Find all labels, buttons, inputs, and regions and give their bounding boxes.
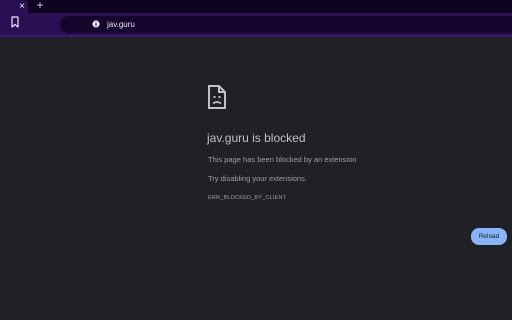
close-tab-icon[interactable]: × [17, 0, 27, 13]
active-tab[interactable]: × [0, 0, 28, 13]
address-bar[interactable]: jav.guru [60, 16, 512, 33]
url-text[interactable]: jav.guru [107, 18, 135, 31]
browser-toolbar: jav.guru [0, 13, 512, 37]
error-code: ERR_BLOCKED_BY_CLIENT [208, 195, 287, 201]
new-tab-button[interactable]: + [35, 0, 45, 12]
reload-button[interactable]: Reload [471, 228, 507, 245]
sad-document-icon [208, 85, 226, 109]
error-message: This page has been blocked by an extensi… [208, 155, 357, 164]
bookmark-icon[interactable] [10, 16, 20, 28]
tab-strip: × + [0, 0, 512, 13]
error-suggestion: Try disabling your extensions. [208, 174, 307, 183]
error-title: jav.guru is blocked [207, 131, 306, 145]
info-icon[interactable] [92, 20, 100, 28]
